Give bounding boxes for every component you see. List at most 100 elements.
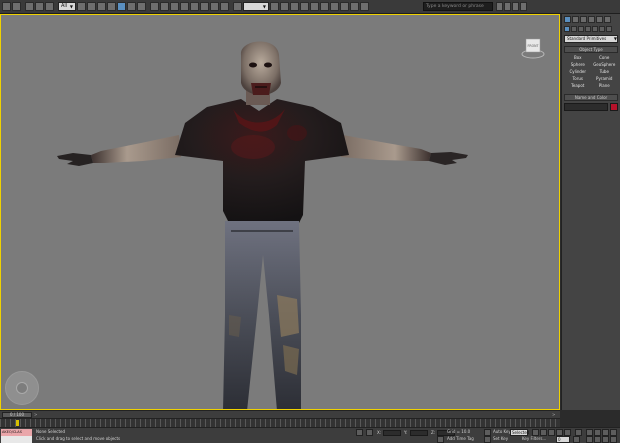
selection-region-icon[interactable] (97, 2, 106, 11)
object-type-rollout[interactable]: Object Type (564, 46, 618, 53)
select-and-move-icon[interactable] (117, 2, 126, 11)
maxscript-listener-input[interactable] (1, 436, 32, 443)
window-crossing-icon[interactable] (107, 2, 116, 11)
selection-lock-icon[interactable] (366, 429, 373, 436)
modify-tab-icon[interactable] (572, 16, 579, 23)
next-frame-icon[interactable] (556, 429, 563, 436)
shapes-icon[interactable] (571, 26, 577, 32)
time-configuration-icon[interactable] (573, 436, 580, 443)
maxscript-listener-output[interactable]: AKEO/CLAS (1, 429, 32, 436)
space-warps-icon[interactable] (599, 26, 605, 32)
link-icon[interactable] (25, 2, 34, 11)
zoom-all-icon[interactable] (594, 429, 601, 436)
auto-key-button[interactable]: Auto Key (493, 429, 511, 435)
viewcube[interactable]: FRONT (521, 35, 545, 59)
steering-wheel[interactable] (5, 371, 39, 405)
percent-snap-icon[interactable] (210, 2, 219, 11)
torus-button[interactable]: Torus (565, 76, 591, 82)
zoom-extents-all-icon[interactable] (610, 429, 617, 436)
curve-editor-icon[interactable] (310, 2, 319, 11)
goto-end-icon[interactable] (564, 429, 571, 436)
key-filters-button[interactable]: Key Filters... (522, 436, 546, 442)
orbit-icon[interactable] (602, 436, 609, 443)
isolate-selection-icon[interactable] (356, 429, 363, 436)
zoom-icon[interactable] (586, 429, 593, 436)
x-coord-field[interactable] (383, 430, 401, 436)
select-object-icon[interactable] (77, 2, 86, 11)
align-icon[interactable] (280, 2, 289, 11)
key-mode-toggle-icon[interactable] (575, 429, 582, 436)
spinner-snap-icon[interactable] (220, 2, 229, 11)
pivot-point-icon[interactable] (160, 2, 169, 11)
geometry-icon[interactable] (564, 26, 570, 32)
current-frame-field[interactable]: 0 (556, 436, 570, 443)
selection-filter-dropdown[interactable]: All ▼ (58, 2, 76, 11)
steering-wheel-center[interactable] (16, 382, 28, 394)
select-and-rotate-icon[interactable] (127, 2, 136, 11)
goto-start-icon[interactable] (532, 429, 539, 436)
layer-manager-icon[interactable] (290, 2, 299, 11)
key-icon[interactable] (484, 429, 491, 436)
cone-button[interactable]: Cone (592, 55, 618, 61)
snaps-toggle-icon[interactable] (190, 2, 199, 11)
object-name-input[interactable] (564, 103, 608, 111)
named-selection-sets-dropdown[interactable]: ▼ (243, 2, 269, 11)
track-bar[interactable] (0, 418, 560, 427)
display-tab-icon[interactable] (596, 16, 603, 23)
named-selection-icon[interactable] (233, 2, 242, 11)
hierarchy-tab-icon[interactable] (580, 16, 587, 23)
bind-space-warp-icon[interactable] (45, 2, 54, 11)
favorites-icon[interactable] (512, 2, 519, 11)
pan-view-icon[interactable] (594, 436, 601, 443)
time-slider[interactable]: 0 / 100 > > (0, 410, 560, 418)
redo-icon[interactable] (12, 2, 21, 11)
helpers-icon[interactable] (592, 26, 598, 32)
systems-icon[interactable] (606, 26, 612, 32)
undo-icon[interactable] (2, 2, 11, 11)
perspective-viewport[interactable]: FRONT (0, 14, 560, 410)
set-key-button[interactable]: Set Key (493, 436, 508, 442)
box-button[interactable]: Box (565, 55, 591, 61)
rendered-frame-icon[interactable] (350, 2, 359, 11)
teapot-button[interactable]: Teapot (565, 83, 591, 89)
material-editor-icon[interactable] (330, 2, 339, 11)
primitive-category-dropdown[interactable]: Standard Primitives ▼ (564, 35, 618, 43)
utilities-tab-icon[interactable] (604, 16, 611, 23)
create-tab-icon[interactable] (564, 16, 571, 23)
lights-icon[interactable] (578, 26, 584, 32)
schematic-view-icon[interactable] (320, 2, 329, 11)
select-by-name-icon[interactable] (87, 2, 96, 11)
tube-button[interactable]: Tube (592, 69, 618, 75)
key-mode-dropdown[interactable]: Selected (510, 429, 529, 436)
render-setup-icon[interactable] (340, 2, 349, 11)
select-manipulate-icon[interactable] (170, 2, 179, 11)
zoom-extents-icon[interactable] (602, 429, 609, 436)
render-production-icon[interactable] (360, 2, 369, 11)
time-tag-icon[interactable] (437, 436, 444, 443)
angle-snap-icon[interactable] (200, 2, 209, 11)
mirror-icon[interactable] (270, 2, 279, 11)
communication-center-icon[interactable] (504, 2, 511, 11)
add-time-tag-button[interactable]: Add Time Tag (447, 436, 474, 442)
sphere-button[interactable]: Sphere (565, 62, 591, 68)
unlink-icon[interactable] (35, 2, 44, 11)
pyramid-button[interactable]: Pyramid (592, 76, 618, 82)
reference-coordinate-icon[interactable] (150, 2, 159, 11)
plane-button[interactable]: Plane (592, 83, 618, 89)
object-color-swatch[interactable] (610, 103, 618, 111)
graphite-ribbon-icon[interactable] (300, 2, 309, 11)
set-key-icon[interactable] (484, 436, 491, 443)
motion-tab-icon[interactable] (588, 16, 595, 23)
search-input[interactable]: Type a keyword or phrase (423, 2, 493, 11)
search-icon[interactable] (496, 2, 503, 11)
name-and-color-rollout[interactable]: Name and Color (564, 94, 618, 101)
play-icon[interactable] (548, 429, 555, 436)
select-and-scale-icon[interactable] (137, 2, 146, 11)
field-of-view-icon[interactable] (586, 436, 593, 443)
cylinder-button[interactable]: Cylinder (565, 69, 591, 75)
previous-frame-icon[interactable] (540, 429, 547, 436)
help-icon[interactable] (520, 2, 527, 11)
maximize-viewport-icon[interactable] (610, 436, 617, 443)
keyboard-shortcut-icon[interactable] (180, 2, 189, 11)
y-coord-field[interactable] (410, 430, 428, 436)
